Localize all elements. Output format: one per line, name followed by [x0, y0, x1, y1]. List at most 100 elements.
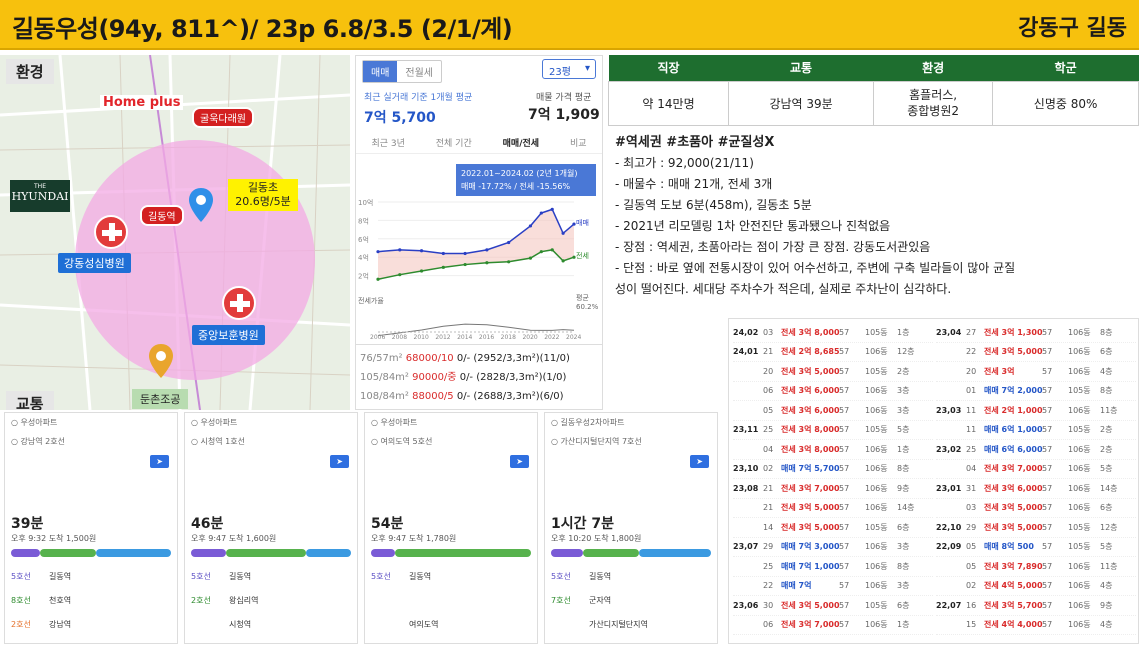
route-segment: [226, 549, 306, 557]
deal-day: 20: [966, 366, 977, 376]
deal-dong: 105동: [1068, 542, 1091, 552]
deal-month: 24,02: [733, 327, 759, 337]
route-segment: [191, 549, 226, 557]
deal-floor: 14층: [1100, 483, 1118, 493]
deal-month: 23,07: [733, 542, 759, 552]
tab-3y[interactable]: 최근 3년: [371, 136, 404, 149]
directions-button[interactable]: ➤: [690, 455, 709, 468]
deal-area: 57: [839, 444, 850, 454]
deal-month: 23,11: [733, 425, 759, 435]
deal-price: 전세 2억 8,685: [781, 347, 840, 357]
deal-day: 22: [763, 581, 774, 591]
transit-card[interactable]: ○ 우성아파트 ○ 여의도역 5호선 ➤ 54분 오후 9:47 도착 1,78…: [364, 412, 538, 644]
deal-row: 04 전세 3억 7,000 57 106동 5층: [936, 460, 1136, 479]
route-bar: [365, 549, 537, 559]
deal-price: 전세 3억 6,000: [781, 386, 840, 396]
sale-line-point: [550, 207, 554, 211]
type-tabs: 매매 전월세: [362, 60, 443, 83]
line-label: 8호선: [11, 596, 31, 605]
deal-price: 전세 3억 6,000: [781, 405, 840, 415]
station-tag: 길동역: [140, 205, 184, 226]
deal-price: 전세 3억 5,000: [781, 366, 840, 376]
deal-day: 05: [763, 405, 774, 415]
location-pin-icon: [189, 188, 213, 222]
deal-day: 03: [763, 327, 774, 337]
deal-column-right: 23,04 27 전세 3억 1,300 57 106동 8층 22 전세 3억…: [936, 323, 1136, 635]
sale-line-point: [419, 249, 424, 253]
deal-day: 03: [966, 503, 977, 513]
transit-card[interactable]: ○ 우성아파트 ○ 시청역 1호선 ➤ 46분 오후 9:47 도착 1,600…: [184, 412, 358, 644]
directions-button[interactable]: ➤: [150, 455, 169, 468]
deal-row: 22,10 29 전세 3억 5,000 57 105동 12층: [936, 518, 1136, 538]
transit-card[interactable]: ○ 길동우성2차아파트 ○ 가산디지털단지역 7호선 ➤ 1시간 7분 오후 1…: [544, 412, 718, 644]
deal-floor: 3층: [897, 386, 910, 396]
route-segment: [306, 549, 351, 557]
tab-compare[interactable]: 비교: [570, 136, 587, 149]
deal-dong: 106동: [865, 620, 888, 630]
arrival-detail: 오후 9:47 도착 1,780원: [371, 534, 457, 543]
deal-price: 전세 3억 5,700: [984, 600, 1043, 610]
circle-icon: ○: [371, 437, 381, 446]
x-tick-label: 2010: [414, 334, 429, 341]
stop-label: 왕십리역: [229, 596, 259, 605]
deal-area: 57: [839, 561, 850, 571]
deal-price: 전세 4억 5,000: [984, 581, 1043, 591]
deal-floor: 2층: [897, 366, 910, 376]
park-pin-icon: [149, 344, 173, 378]
directions-button[interactable]: ➤: [330, 455, 349, 468]
deal-dong: 106동: [865, 581, 888, 591]
travel-time: 1시간 7분: [551, 516, 614, 532]
area-map[interactable]: 환경 Home plus 굴욱다래원 THE HYUNDAI 길동초 20.6명…: [0, 55, 350, 410]
deal-floor: 1층: [897, 327, 910, 337]
tab-all[interactable]: 전체 기간: [436, 136, 472, 149]
deal-floor: 5층: [897, 425, 910, 435]
circle-icon: ○: [11, 437, 21, 446]
deal-floor: 12층: [1100, 522, 1118, 532]
deal-dong: 106동: [1068, 620, 1091, 630]
deal-dong: 106동: [1068, 366, 1091, 376]
deal-dong: 105동: [1068, 386, 1091, 396]
route-bar: [545, 549, 717, 559]
ask-label: 매물 가격 평균: [536, 93, 592, 103]
deal-area: 57: [1042, 327, 1053, 337]
deal-dong: 106동: [1068, 347, 1091, 357]
price-panel: 매매 전월세 23평 ▾ 최근 실거래 기준 1개월 평균 7억 5,700 매…: [355, 55, 603, 410]
deal-floor: 8층: [897, 561, 910, 571]
legend-sale: 매매: [576, 219, 589, 227]
deal-day: 01: [966, 386, 977, 396]
rent-line-point: [376, 277, 380, 281]
rent-line-point: [507, 260, 511, 264]
size-select[interactable]: 23평 ▾: [542, 59, 596, 79]
deal-floor: 3층: [897, 542, 910, 552]
deal-dong: 106동: [1068, 464, 1091, 474]
rent-line-point: [528, 256, 533, 260]
deal-price: 매매 7억 3,000: [781, 542, 840, 552]
deal-floor: 11층: [1100, 561, 1118, 571]
sale-line-point: [463, 251, 467, 256]
circle-icon: ○: [191, 437, 201, 446]
deal-dong: 106동: [865, 444, 888, 454]
note-line: 성이 떨어진다. 세대당 주차수가 적은데, 실제로 주차난이 심각하다.: [615, 282, 952, 296]
deal-price: 매매 6억 1,000: [984, 425, 1043, 435]
tab-sale[interactable]: 매매: [363, 61, 398, 82]
deal-price: 전세 3억 1,300: [984, 327, 1043, 337]
deal-day: 22: [966, 347, 977, 357]
deal-floor: 6층: [897, 600, 910, 610]
circle-icon: ○: [191, 418, 201, 427]
transit-card[interactable]: ○ 우성아파트 ○ 강남역 2호선 ➤ 39분 오후 9:32 도착 1,500…: [4, 412, 178, 644]
from-row: ○ 우성아파트: [11, 418, 58, 427]
tab-rent[interactable]: 전월세: [397, 61, 441, 82]
chart-tooltip: 2022.01~2024.02 (2년 1개월) 매매 -17.72% / 전세…: [456, 164, 596, 196]
deal-day: 11: [966, 405, 977, 415]
unit-row: 105/84m² 90000/중 0/- (2828/3,3m²)(1/0): [360, 368, 604, 387]
directions-button[interactable]: ➤: [510, 455, 529, 468]
deal-row: 14 전세 3억 5,000 57 105동 6층: [733, 518, 933, 538]
tab-sale-rent[interactable]: 매매/전세: [503, 136, 539, 149]
deal-row: 20 전세 3억 57 106동 4층: [936, 362, 1136, 382]
deal-area: 57: [839, 600, 850, 610]
circle-icon: ○: [551, 437, 561, 446]
ask-value: 7억 1,909: [528, 107, 600, 123]
summary-table: 직장 교통 환경 학군 약 14만명 강남역 39분 홈플러스, 종합병원2 신…: [607, 55, 1139, 126]
stop-label: 강남역: [49, 620, 72, 629]
deal-row: 23,07 29 매매 7억 3,000 57 106동 3층: [733, 538, 933, 557]
